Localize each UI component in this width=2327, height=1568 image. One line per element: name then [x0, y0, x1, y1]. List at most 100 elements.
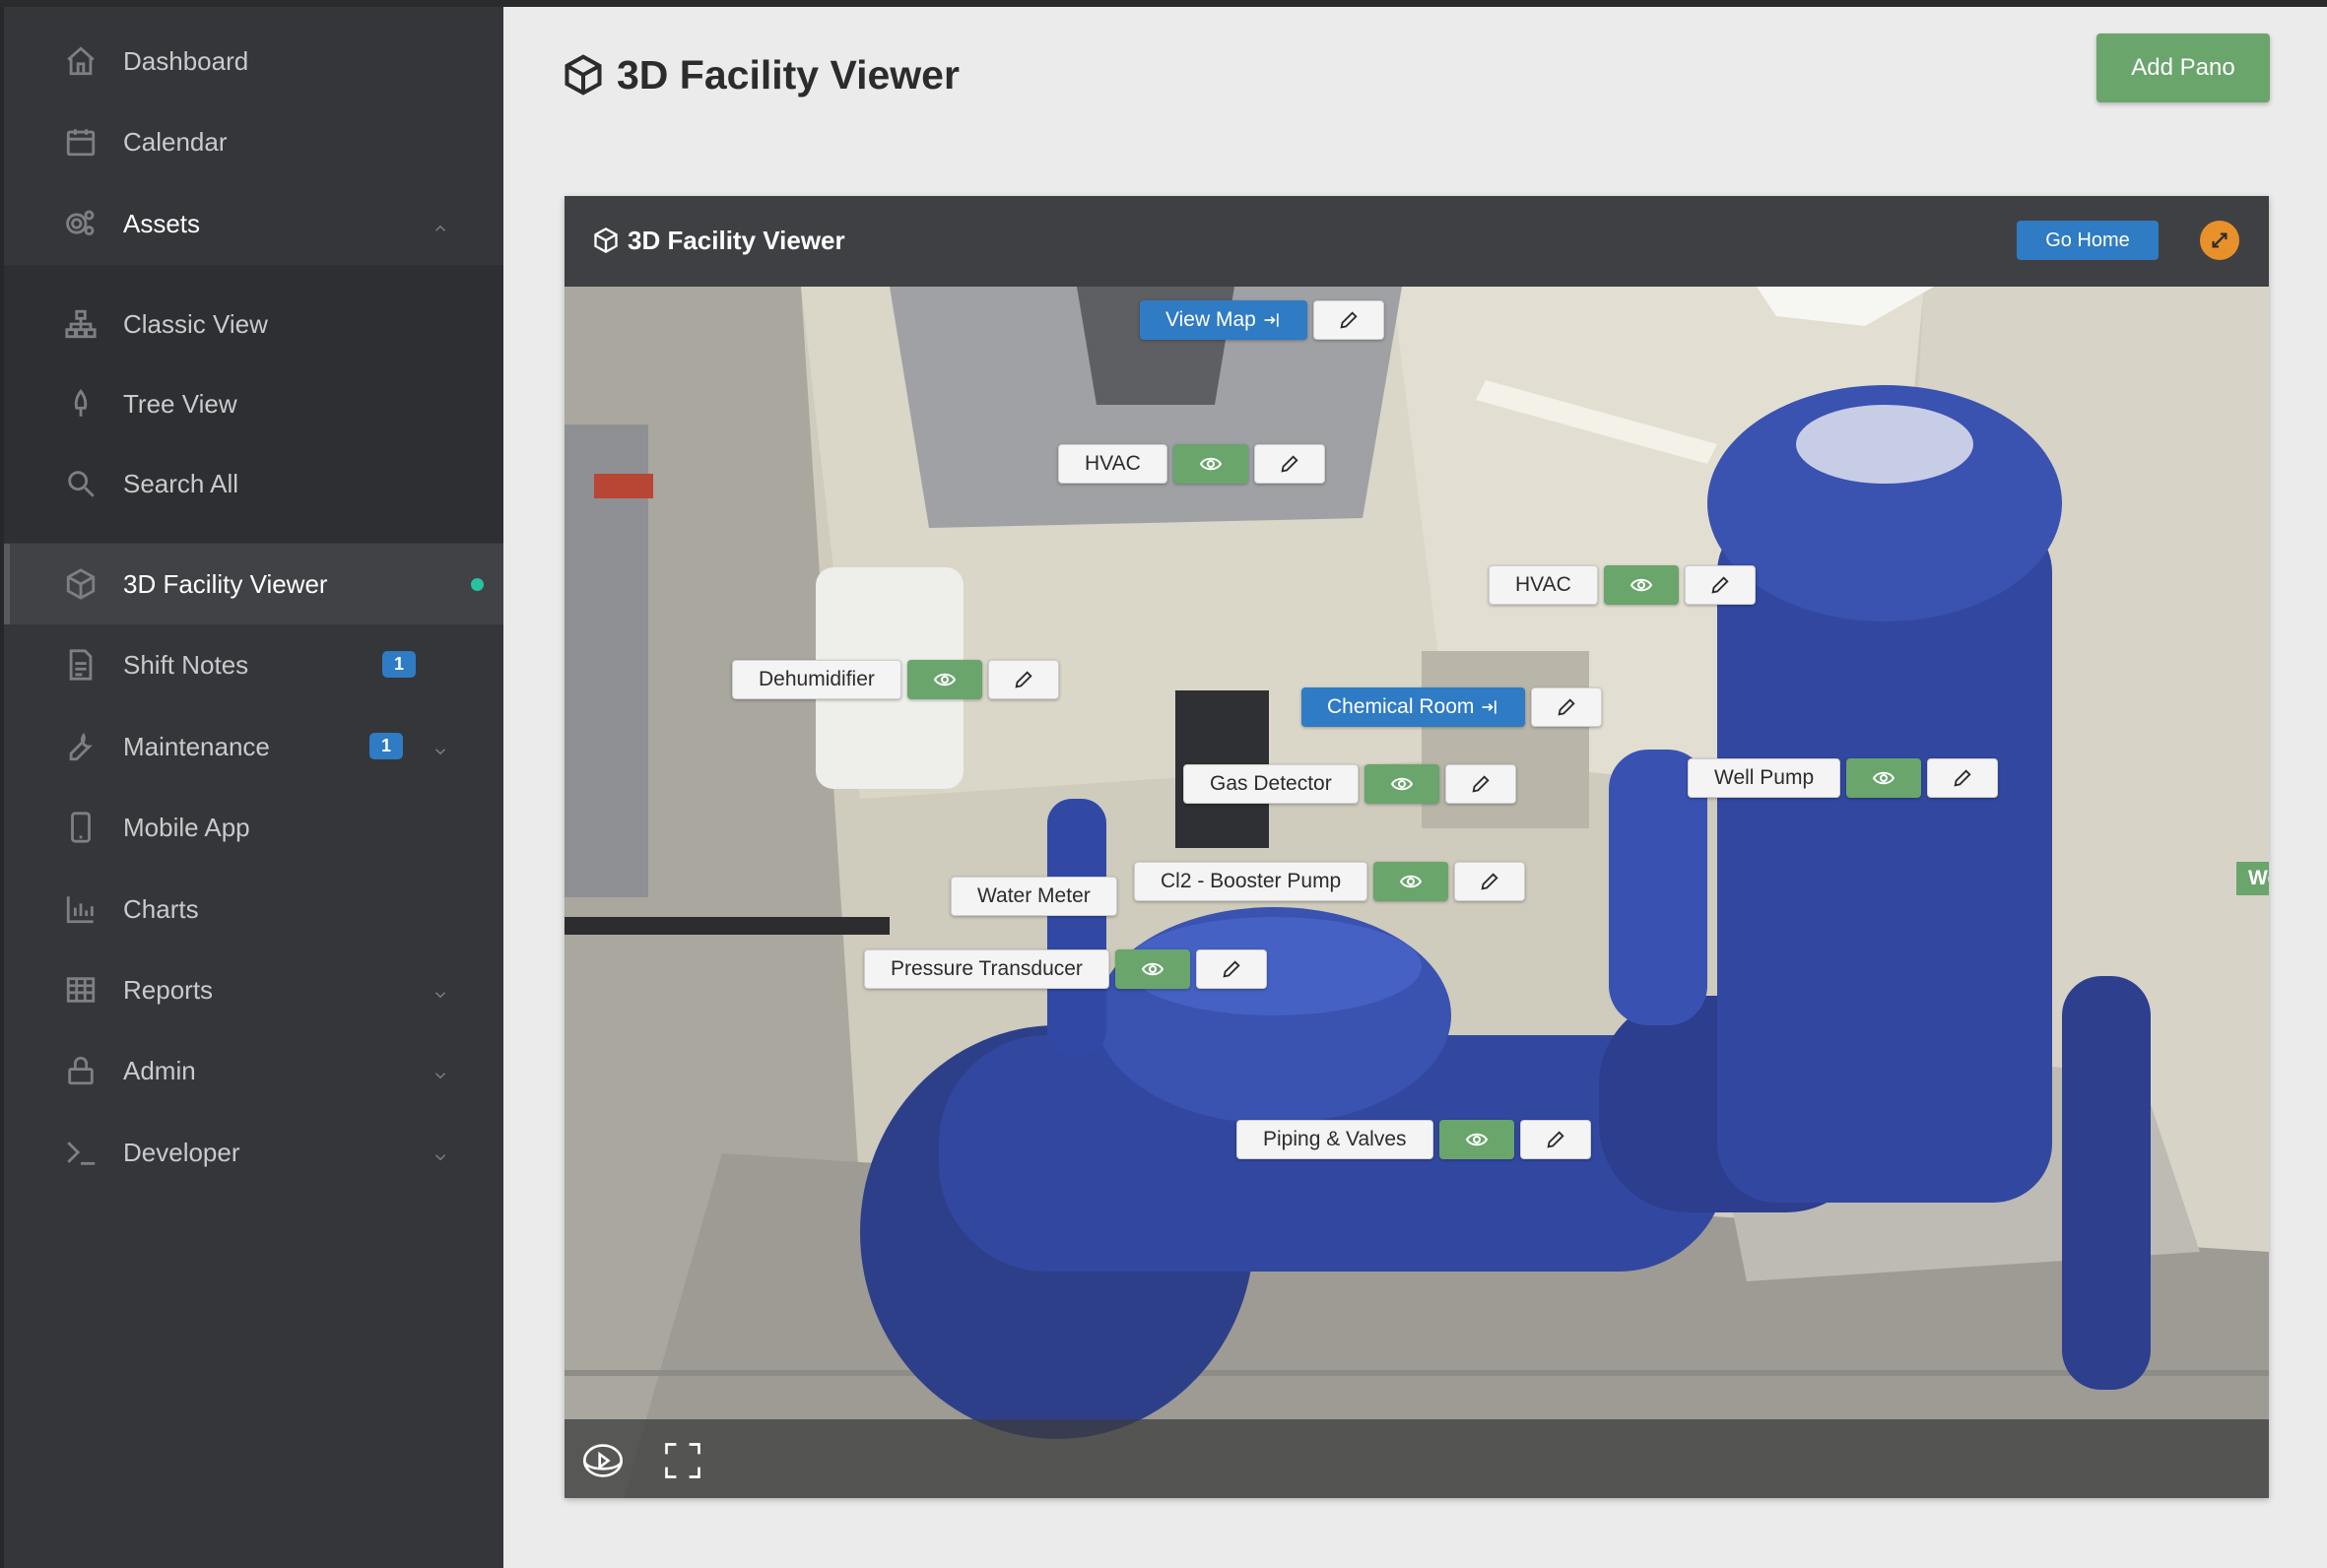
- sidebar-item-label: Maintenance: [123, 731, 270, 761]
- eye-icon: [1141, 962, 1164, 976]
- hotspot-label[interactable]: Pressure Transducer: [864, 949, 1109, 989]
- enter-icon: [1482, 700, 1497, 714]
- page-title: 3D Facility Viewer: [562, 47, 960, 102]
- edit-button[interactable]: [1444, 764, 1516, 804]
- view-button[interactable]: [1363, 764, 1439, 804]
- sidebar-item-label: Developer: [123, 1137, 240, 1167]
- sidebar-item-label: Assets: [123, 208, 201, 238]
- sidebar-item-tree-view[interactable]: Tree View: [4, 363, 503, 444]
- hotspot-label[interactable]: HVAC: [1489, 565, 1598, 605]
- top-strip: [0, 0, 2327, 7]
- eye-icon: [1629, 578, 1652, 592]
- chevron-down-icon: [432, 1061, 451, 1080]
- edit-button[interactable]: [1454, 862, 1526, 901]
- hotspot-label[interactable]: Dehumidifier: [732, 660, 901, 699]
- sidebar-item-label: Classic View: [123, 308, 268, 339]
- chevron-down-icon: [432, 737, 451, 756]
- sidebar-item-search-all[interactable]: Search All: [4, 443, 503, 524]
- sidebar-item-admin[interactable]: Admin: [4, 1030, 503, 1111]
- sidebar-item-shift-notes[interactable]: Shift Notes 1: [4, 624, 503, 705]
- pencil-icon: [1547, 1131, 1564, 1148]
- sidebar-item-label: Admin: [123, 1055, 196, 1085]
- sidebar-item-developer[interactable]: Developer: [4, 1112, 503, 1193]
- home-icon: [61, 41, 100, 81]
- sidebar-item-classic-view[interactable]: Classic View: [4, 284, 503, 364]
- view-button[interactable]: [906, 660, 982, 699]
- view-button[interactable]: [1172, 444, 1248, 484]
- eye-icon: [1400, 875, 1423, 888]
- shift-notes-count-badge: 1: [382, 651, 416, 678]
- view-map-label: View Map: [1165, 308, 1256, 331]
- view-button[interactable]: [1603, 565, 1679, 605]
- sidebar-item-label: Calendar: [123, 126, 228, 157]
- chevron-down-icon: [432, 1143, 451, 1162]
- sidebar-item-charts[interactable]: Charts: [4, 869, 503, 949]
- offscreen-hotspot-tag[interactable]: We: [2236, 862, 2269, 895]
- chemical-room-hotspot: Chemical Room: [1301, 687, 1603, 727]
- view-button[interactable]: [1846, 758, 1922, 798]
- sidebar-item-label: Search All: [123, 468, 239, 498]
- cube-icon: [565, 54, 602, 96]
- view-button[interactable]: [1114, 949, 1190, 989]
- hierarchy-icon: [61, 304, 100, 344]
- terminal-icon: [61, 1133, 100, 1172]
- autorotate-button[interactable]: [576, 1439, 630, 1482]
- add-pano-button[interactable]: Add Pano: [2096, 33, 2270, 102]
- edit-button[interactable]: [1684, 565, 1756, 605]
- sidebar-item-label: Tree View: [123, 388, 237, 419]
- phone-icon: [61, 808, 100, 847]
- sidebar-item-assets[interactable]: Assets: [4, 183, 503, 264]
- pencil-icon: [1954, 769, 1971, 787]
- eye-icon: [933, 673, 957, 686]
- search-icon: [61, 464, 100, 503]
- sidebar-item-3d-facility-viewer[interactable]: 3D Facility Viewer: [4, 544, 503, 624]
- sidebar-item-mobile-app[interactable]: Mobile App: [4, 787, 503, 868]
- edit-button[interactable]: [1312, 300, 1384, 340]
- bar-chart-icon: [61, 889, 100, 929]
- viewer-header: 3D Facility Viewer Go Home: [565, 196, 2269, 287]
- hotspot-label[interactable]: Gas Detector: [1183, 764, 1359, 804]
- hotspot-label[interactable]: Water Meter: [951, 877, 1117, 916]
- edit-button[interactable]: [1253, 444, 1325, 484]
- pencil-icon: [1481, 873, 1498, 890]
- hotspot-label[interactable]: Cl2 - Booster Pump: [1134, 862, 1368, 901]
- view-map-hotspot: View Map: [1140, 300, 1384, 340]
- chemical-room-link[interactable]: Chemical Room: [1301, 687, 1526, 727]
- fullscreen-button[interactable]: [656, 1439, 709, 1482]
- sidebar-item-label: Charts: [123, 893, 199, 924]
- hotspot-label[interactable]: Well Pump: [1688, 758, 1841, 798]
- hotspot-water-meter: Water Meter: [951, 877, 1117, 916]
- sidebar-item-label: Dashboard: [123, 45, 249, 76]
- edit-button[interactable]: [1531, 687, 1603, 727]
- edit-button[interactable]: [987, 660, 1059, 699]
- enter-icon: [1264, 313, 1279, 327]
- pencil-icon: [1015, 671, 1032, 688]
- cube-icon: [594, 227, 618, 254]
- edit-button[interactable]: [1195, 949, 1267, 989]
- table-icon: [61, 970, 100, 1010]
- sidebar-item-calendar[interactable]: Calendar: [4, 101, 503, 182]
- expand-button[interactable]: [2200, 221, 2239, 260]
- go-home-button[interactable]: Go Home: [2017, 221, 2159, 260]
- hotspot-piping-valves: Piping & Valves: [1236, 1120, 1591, 1159]
- hotspot-cl2-booster-pump: Cl2 - Booster Pump: [1134, 862, 1526, 901]
- sidebar-item-label: Reports: [123, 974, 214, 1005]
- edit-button[interactable]: [1927, 758, 1999, 798]
- view-button[interactable]: [1438, 1120, 1514, 1159]
- edit-button[interactable]: [1519, 1120, 1591, 1159]
- sidebar-item-maintenance[interactable]: Maintenance 1: [4, 706, 503, 787]
- fullscreen-icon: [665, 1443, 700, 1478]
- hotspot-label[interactable]: HVAC: [1058, 444, 1167, 484]
- maintenance-count-badge: 1: [369, 733, 403, 759]
- hotspot-label[interactable]: Piping & Valves: [1236, 1120, 1433, 1159]
- sidebar-item-dashboard[interactable]: Dashboard: [4, 21, 503, 101]
- view-button[interactable]: [1373, 862, 1449, 901]
- sidebar-item-reports[interactable]: Reports: [4, 949, 503, 1030]
- view-map-link[interactable]: View Map: [1140, 300, 1307, 340]
- eye-icon: [1465, 1133, 1488, 1146]
- eye-icon: [1873, 771, 1895, 785]
- gears-icon: [61, 204, 100, 243]
- hotspot-well-pump: Well Pump: [1688, 758, 1999, 798]
- sidebar-item-label: Mobile App: [123, 812, 250, 842]
- panorama-scene[interactable]: View Map HVAC HVAC Dehumidifier Chemical…: [565, 287, 2269, 1498]
